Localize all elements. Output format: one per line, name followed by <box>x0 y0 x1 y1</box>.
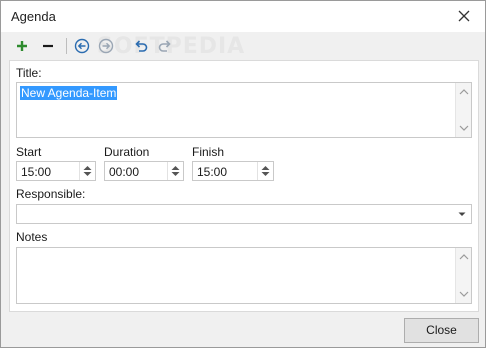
notes-field[interactable] <box>16 247 472 304</box>
scroll-down-icon[interactable] <box>459 290 469 298</box>
start-time-field[interactable]: 15:00 <box>16 161 96 181</box>
responsible-label: Responsible: <box>16 187 86 201</box>
scroll-up-icon[interactable] <box>459 253 469 261</box>
spin-down-icon[interactable] <box>171 171 180 177</box>
toolbar-separator <box>66 38 67 54</box>
dropdown-arrow-icon[interactable] <box>453 205 471 223</box>
agenda-window: Agenda SOFTPEDIA Title: New Agenda-Item … <box>0 0 486 348</box>
spin-down-icon[interactable] <box>83 171 92 177</box>
start-time-value: 15:00 <box>21 165 52 179</box>
finish-time-field[interactable]: 15:00 <box>192 161 274 181</box>
previous-icon[interactable] <box>73 37 91 55</box>
scroll-up-icon[interactable] <box>459 88 469 96</box>
remove-icon[interactable] <box>39 37 57 55</box>
title-label: Title: <box>16 66 42 80</box>
duration-value: 00:00 <box>109 165 140 179</box>
title-field-text: New Agenda-Item <box>20 86 118 100</box>
close-window-icon[interactable] <box>455 7 473 25</box>
start-label: Start <box>16 145 42 159</box>
close-button[interactable]: Close <box>404 318 479 343</box>
next-icon[interactable] <box>97 37 115 55</box>
undo-icon[interactable] <box>132 37 150 55</box>
window-title: Agenda <box>11 9 56 24</box>
scroll-down-icon[interactable] <box>459 124 469 132</box>
agenda-form-panel: Title: New Agenda-Item Start 15:00 Durat… <box>9 60 479 312</box>
toolbar: SOFTPEDIA <box>1 32 485 59</box>
duration-spinner[interactable] <box>167 162 183 180</box>
notes-scrollbar[interactable] <box>455 248 471 303</box>
finish-label: Finish <box>192 145 225 159</box>
finish-time-value: 15:00 <box>197 165 228 179</box>
add-icon[interactable] <box>13 37 31 55</box>
title-field[interactable]: New Agenda-Item <box>16 82 472 138</box>
redo-icon[interactable] <box>156 37 174 55</box>
duration-field[interactable]: 00:00 <box>104 161 184 181</box>
title-field-scrollbar[interactable] <box>455 83 471 137</box>
spin-down-icon[interactable] <box>261 171 270 177</box>
duration-label: Duration <box>104 145 150 159</box>
notes-label: Notes <box>16 230 48 244</box>
title-bar: Agenda <box>1 1 485 32</box>
responsible-combobox[interactable] <box>16 204 472 224</box>
start-spinner[interactable] <box>79 162 95 180</box>
finish-spinner[interactable] <box>257 162 273 180</box>
